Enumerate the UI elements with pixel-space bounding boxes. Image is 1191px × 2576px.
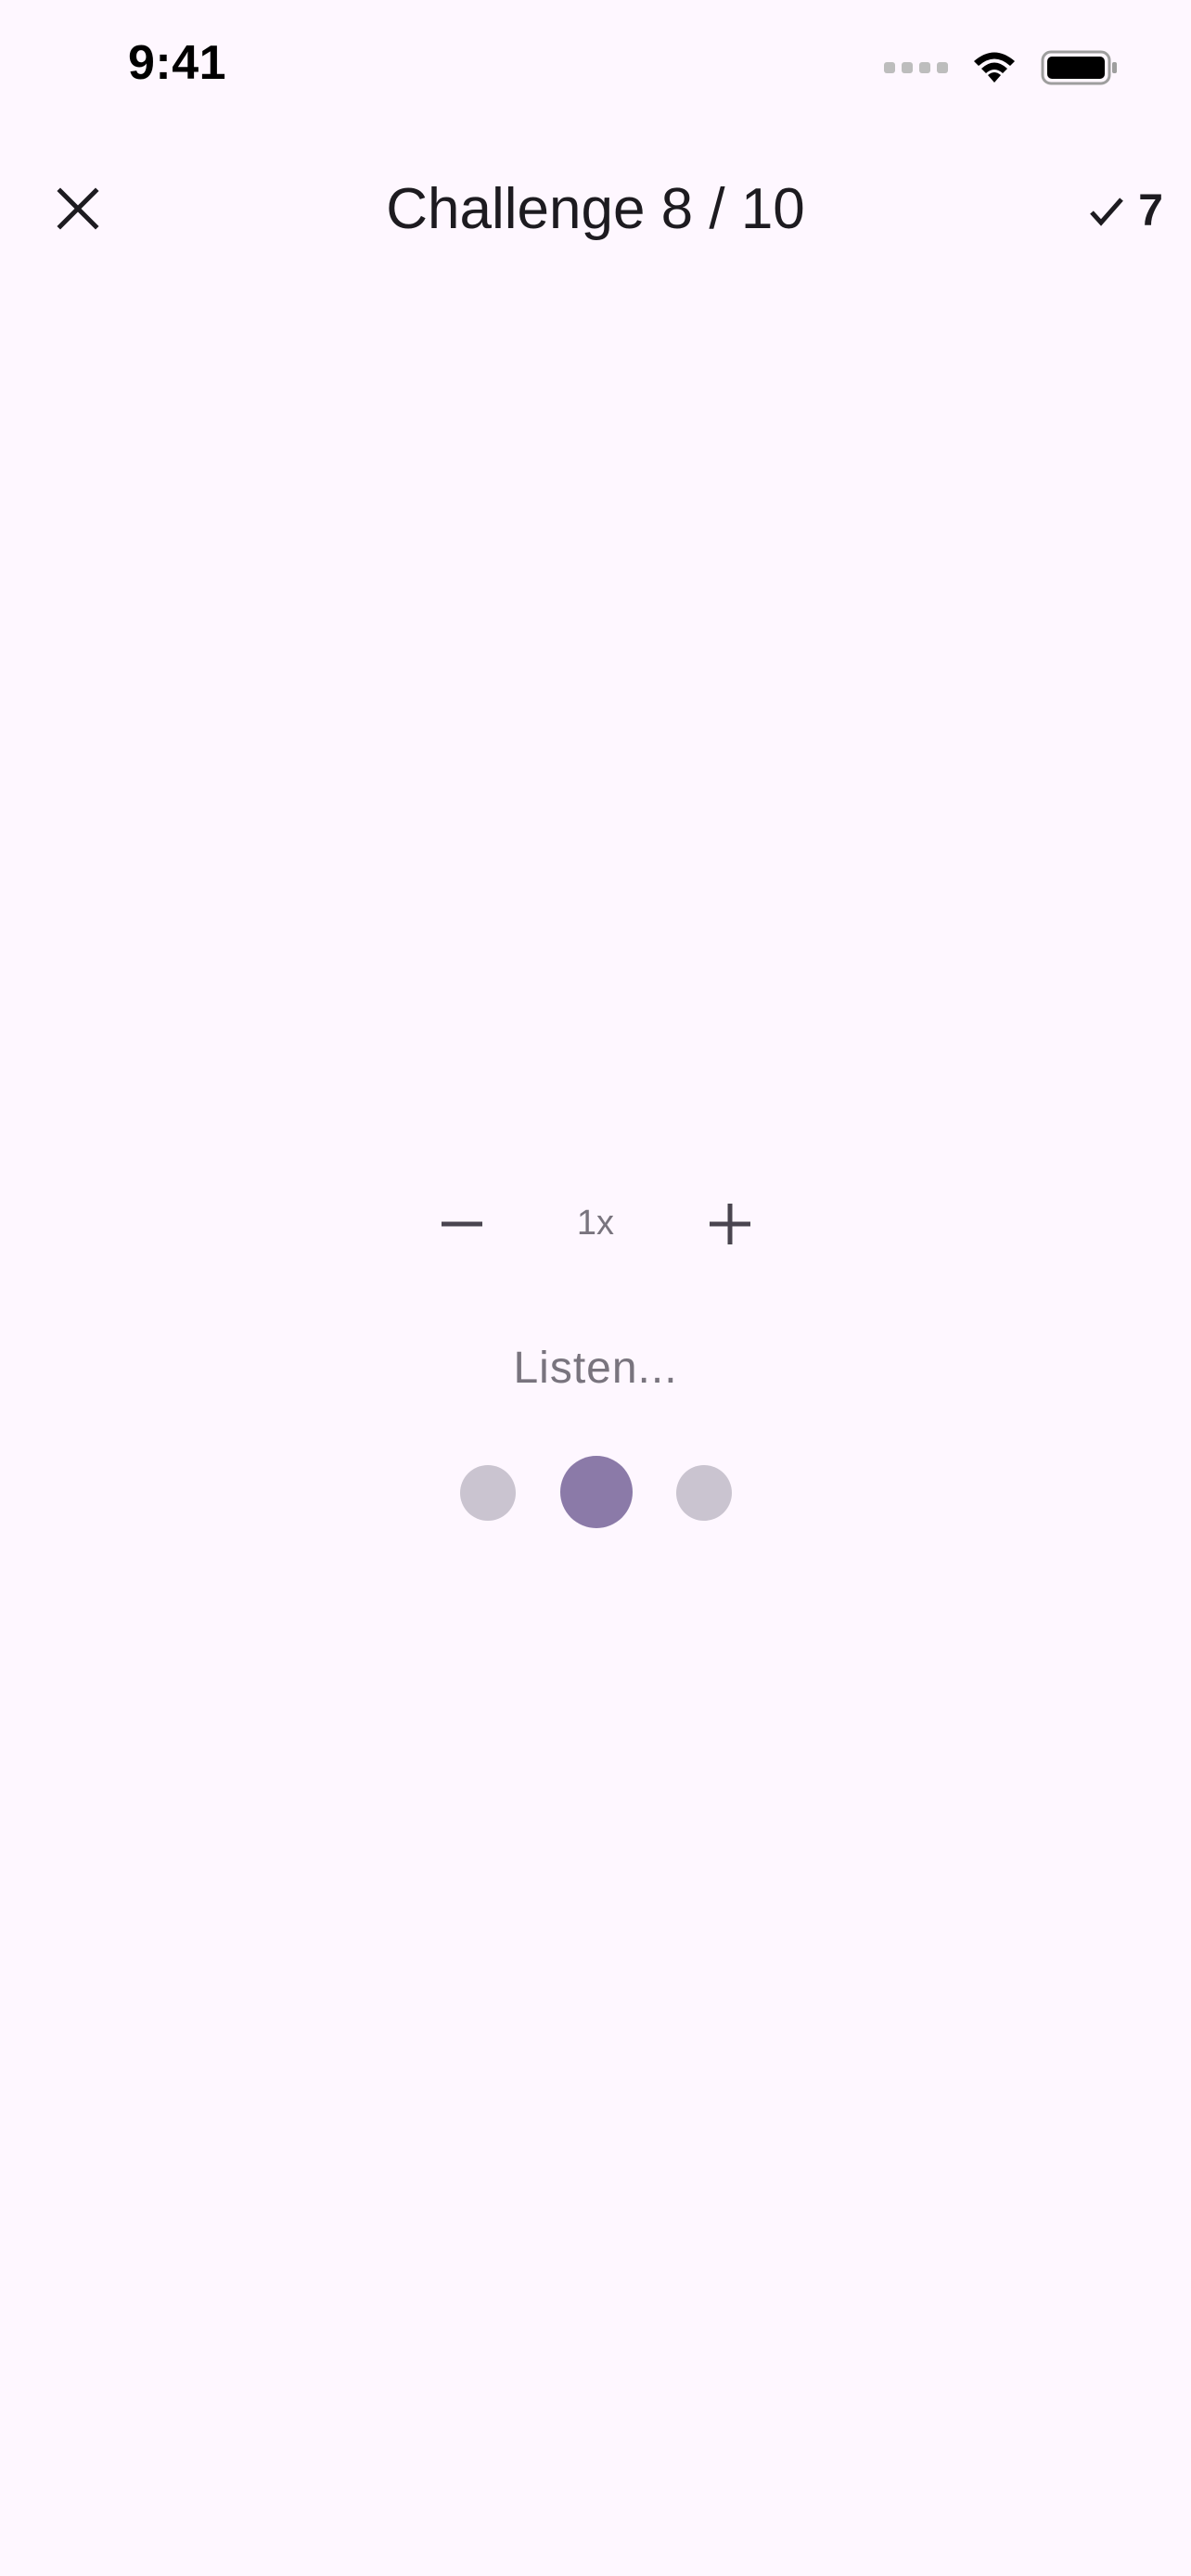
indicator-dot bbox=[676, 1465, 732, 1521]
cellular-signal-icon bbox=[884, 62, 948, 73]
status-time: 9:41 bbox=[128, 36, 227, 90]
wifi-icon bbox=[974, 52, 1015, 83]
top-app-bar: Challenge 8 / 10 7 bbox=[0, 148, 1191, 269]
score-value: 7 bbox=[1138, 186, 1163, 236]
plus-icon bbox=[710, 1204, 750, 1244]
listening-indicator bbox=[0, 1456, 1191, 1530]
battery-icon bbox=[1041, 50, 1117, 85]
indicator-dot-active bbox=[560, 1456, 633, 1528]
status-bar: 9:41 bbox=[0, 0, 1191, 139]
minus-icon bbox=[442, 1221, 482, 1227]
page-title: Challenge 8 / 10 bbox=[386, 177, 805, 241]
status-icons bbox=[884, 45, 1119, 91]
speed-label: 1x bbox=[576, 1204, 615, 1243]
check-icon bbox=[1090, 197, 1124, 226]
increase-speed-button[interactable] bbox=[693, 1187, 767, 1261]
playback-speed-controls: 1x bbox=[0, 1178, 1191, 1270]
indicator-dot bbox=[460, 1465, 516, 1521]
listen-status-label: Listen... bbox=[513, 1344, 678, 1393]
score-indicator: 7 bbox=[1088, 185, 1163, 236]
decrease-speed-button[interactable] bbox=[425, 1187, 499, 1261]
